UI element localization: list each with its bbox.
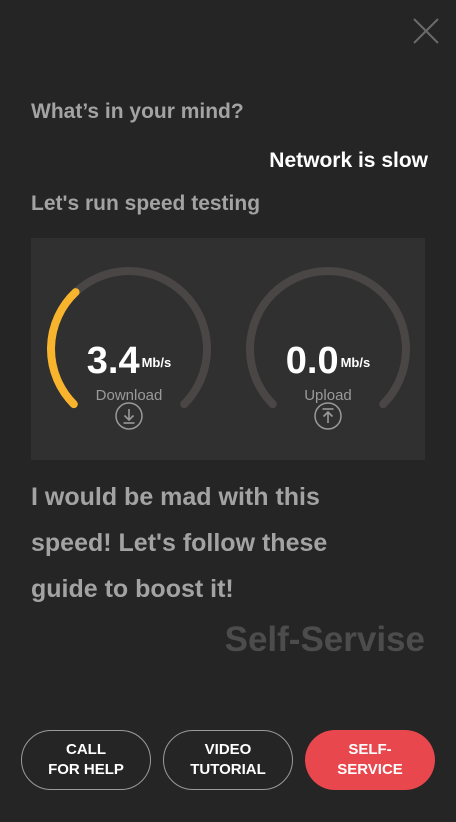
bot-message: Let's run speed testing (31, 192, 261, 215)
speed-test-panel: 3.4 Mb/s Download 0.0 Mb/s Upload (31, 238, 425, 460)
self-service-button[interactable]: SELF- SERVICE (305, 730, 435, 790)
reaction-message: I would be mad with this speed! Let's fo… (31, 483, 328, 603)
self-service-brand-text: Self-Servise (224, 620, 425, 659)
upload-speed-unit: Mb/s (340, 355, 371, 370)
download-icon (115, 402, 143, 430)
download-speed-value: 3.4 Mb/s (86, 340, 172, 382)
close-button[interactable] (410, 15, 442, 47)
download-speed-unit: Mb/s (141, 355, 172, 370)
video-tutorial-button[interactable]: VIDEO TUTORIAL (163, 730, 293, 790)
close-icon (413, 18, 439, 44)
user-message: Network is slow (269, 149, 428, 172)
prompt-message: What’s in your mind? (31, 100, 244, 123)
upload-speed-value: 0.0 Mb/s (285, 340, 371, 382)
call-for-help-button[interactable]: CALL FOR HELP (21, 730, 151, 790)
download-gauge: 3.4 Mb/s Download (44, 264, 214, 434)
upload-icon (314, 402, 342, 430)
upload-gauge: 0.0 Mb/s Upload (243, 264, 413, 434)
